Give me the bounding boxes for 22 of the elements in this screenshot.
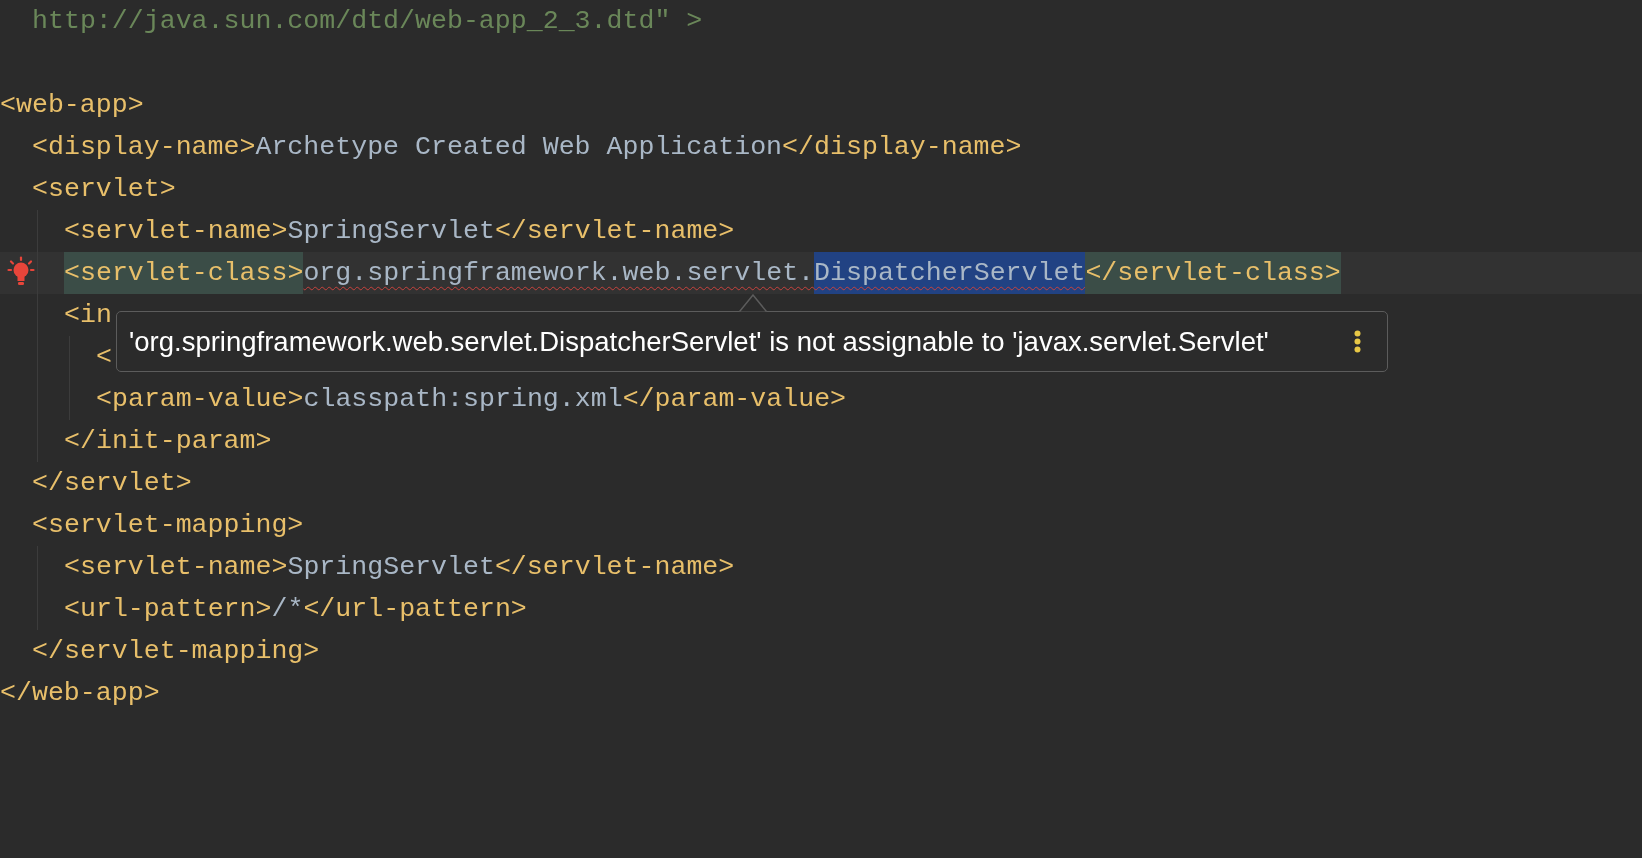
code-line: <display-name>Archetype Created Web Application</display-name>	[32, 131, 1022, 164]
xml-tag: </servlet-class>	[1085, 252, 1341, 294]
code-line: http://java.sun.com/dtd/web-app_2_3.dtd" >	[32, 5, 703, 38]
code-line: </servlet>	[32, 467, 192, 500]
more-menu-icon[interactable]	[1354, 330, 1361, 353]
code-line: <servlet-name>SpringServlet</servlet-name>	[64, 215, 735, 248]
code-line: <param-value>classpath:spring.xml</param-value>	[96, 383, 847, 416]
code-line: <servlet>	[32, 173, 176, 206]
code-line: <url-pattern>/*</url-pattern>	[64, 593, 527, 626]
code-line: <servlet-mapping>	[32, 509, 304, 542]
code-line: <web-app>	[0, 89, 144, 122]
code-line: </servlet-mapping>	[32, 635, 320, 668]
code-line: </web-app>	[0, 677, 160, 710]
tag-value: DispatcherServlet	[814, 252, 1086, 294]
tag-value: org.springframework.web.servlet.	[303, 257, 815, 290]
tooltip-message: 'org.springframework.web.servlet.DispatcherServlet' is not assignable to 'javax.servlet.Servlet'	[129, 325, 1269, 358]
code-line: <servlet-name>SpringServlet</servlet-name>	[64, 551, 735, 584]
code-line: <in	[64, 299, 112, 332]
code-line: </init-param>	[64, 425, 272, 458]
lightbulb-icon[interactable]	[7, 256, 35, 286]
xml-tag: <servlet-class>	[64, 252, 304, 294]
code-line: <	[96, 341, 112, 374]
